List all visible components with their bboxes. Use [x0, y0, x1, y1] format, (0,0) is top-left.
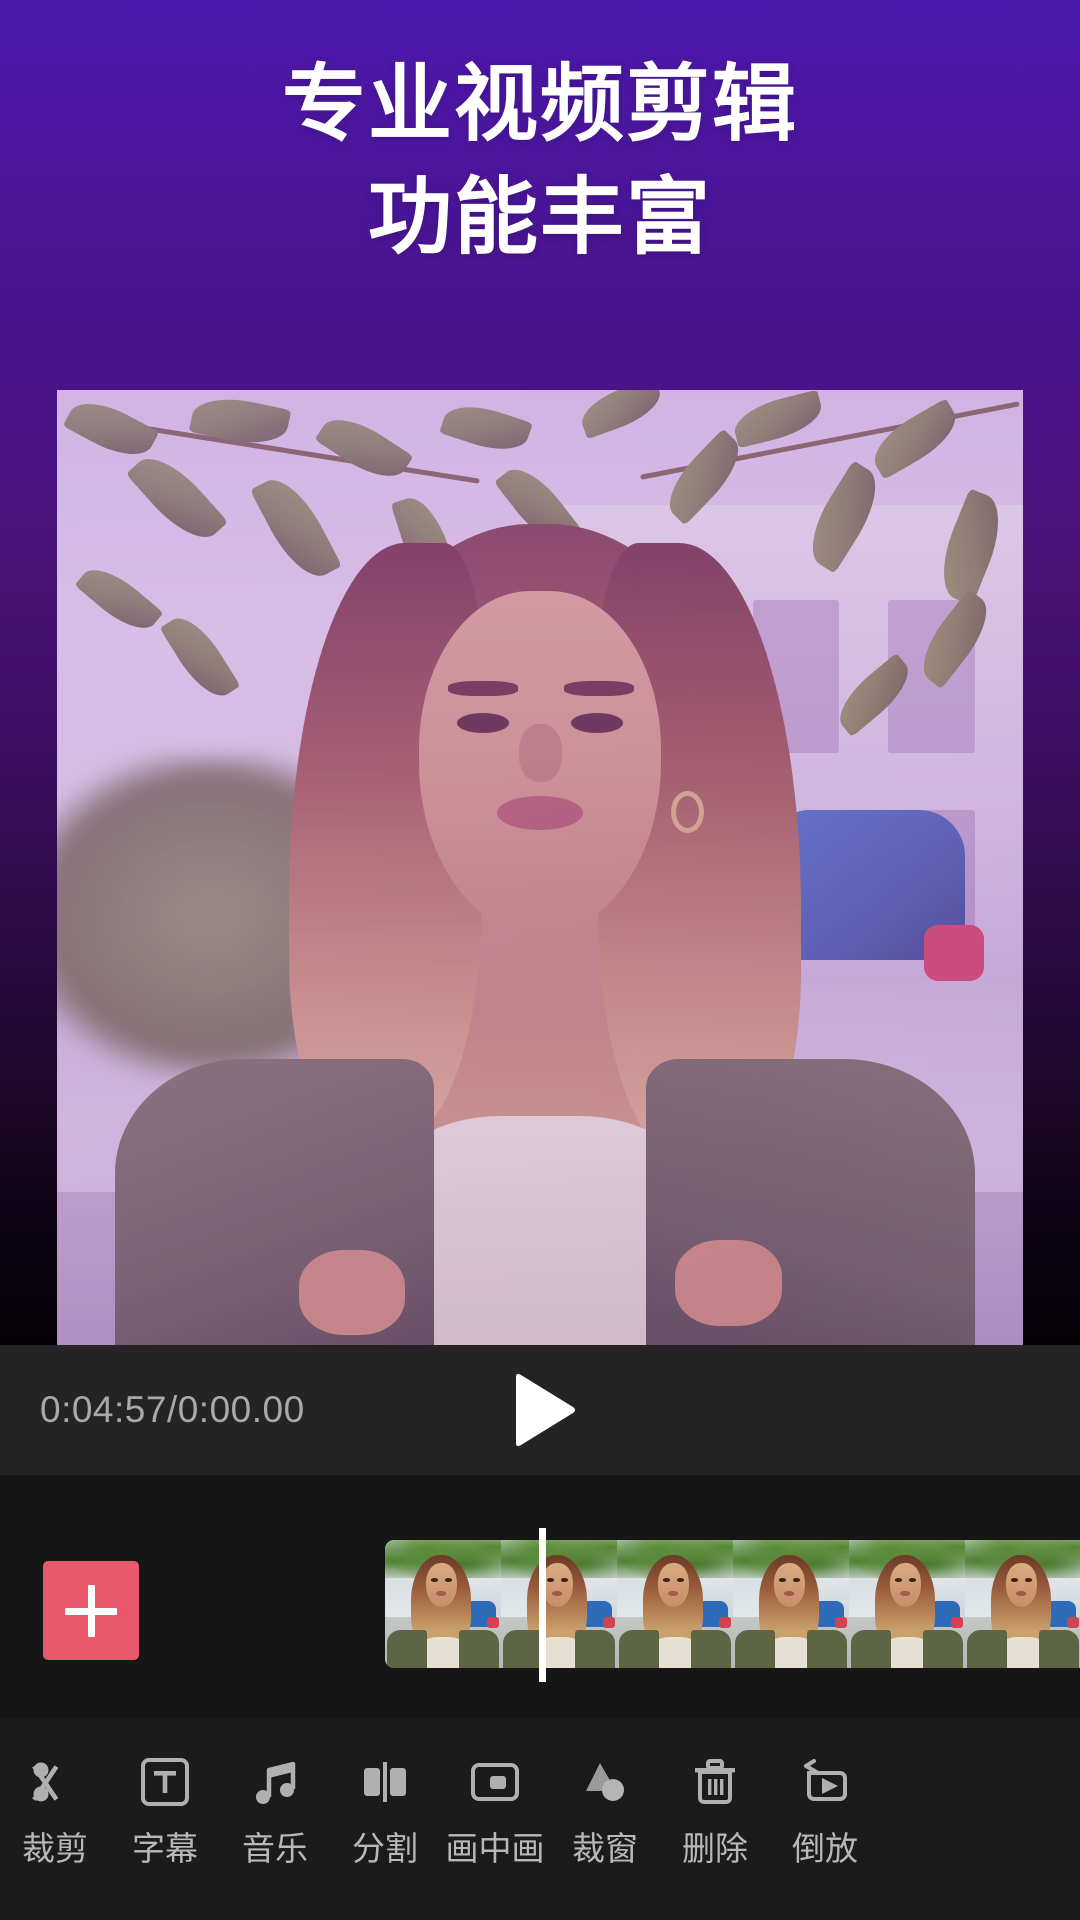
- timeline-panel: [0, 1475, 1080, 1718]
- tool-label: 画中画: [445, 1830, 545, 1867]
- picture-in-picture-icon: [467, 1754, 523, 1810]
- tool-crop-window[interactable]: 裁窗: [550, 1754, 660, 1865]
- app-screen: 专业视频剪辑 功能丰富 0:04:57/0:00.00 裁剪 字幕 音乐 分割 …: [0, 0, 1080, 1920]
- preview-frame-image: [57, 390, 1023, 1345]
- filmstrip-frame[interactable]: [617, 1540, 733, 1668]
- tool-label: 删除: [682, 1830, 748, 1867]
- add-clip-button[interactable]: [43, 1561, 139, 1660]
- filmstrip-frame[interactable]: [965, 1540, 1080, 1668]
- player-control-bar: 0:04:57/0:00.00: [0, 1345, 1080, 1475]
- page-title-line-1: 专业视频剪辑: [281, 57, 798, 151]
- video-preview[interactable]: [57, 390, 1023, 1345]
- music-note-icon: [247, 1754, 303, 1810]
- filmstrip-frame[interactable]: [385, 1540, 501, 1668]
- tool-delete[interactable]: 删除: [660, 1754, 770, 1865]
- editor-toolbar: 裁剪 字幕 音乐 分割 画中画 裁窗 删除 倒放: [0, 1718, 1080, 1920]
- filmstrip-frame[interactable]: [501, 1540, 617, 1668]
- tool-reverse[interactable]: 倒放: [770, 1754, 880, 1865]
- tool-label: 倒放: [792, 1830, 858, 1867]
- filmstrip-frame[interactable]: [733, 1540, 849, 1668]
- tool-label: 音乐: [242, 1830, 308, 1867]
- playhead-indicator[interactable]: [539, 1528, 546, 1682]
- tool-label: 裁窗: [572, 1830, 638, 1867]
- crop-shape-icon: [577, 1754, 633, 1810]
- tool-label: 分割: [352, 1830, 418, 1867]
- tool-music[interactable]: 音乐: [220, 1754, 330, 1865]
- tool-split[interactable]: 分割: [330, 1754, 440, 1865]
- split-icon: [357, 1754, 413, 1810]
- clip-filmstrip[interactable]: [385, 1540, 1080, 1668]
- filmstrip-frame[interactable]: [849, 1540, 965, 1668]
- play-triangle-icon: [508, 1370, 580, 1450]
- page-title-line-2: 功能丰富: [367, 169, 712, 264]
- timecode-display: 0:04:57/0:00.00: [40, 1389, 305, 1430]
- trash-icon: [687, 1754, 743, 1810]
- tool-subtitle[interactable]: 字幕: [110, 1754, 220, 1865]
- scissors-icon: [27, 1754, 83, 1810]
- tool-label: 字幕: [132, 1830, 198, 1867]
- page-title: 专业视频剪辑 功能丰富: [0, 48, 1080, 273]
- tool-trim[interactable]: 裁剪: [0, 1754, 110, 1865]
- tool-label: 裁剪: [22, 1830, 88, 1867]
- tool-picture-in-picture[interactable]: 画中画: [440, 1754, 550, 1865]
- reverse-play-icon: [797, 1754, 853, 1810]
- text-box-icon: [137, 1754, 193, 1810]
- play-button[interactable]: [508, 1370, 580, 1450]
- toolbar-scroll-track[interactable]: 裁剪 字幕 音乐 分割 画中画 裁窗 删除 倒放: [0, 1718, 880, 1920]
